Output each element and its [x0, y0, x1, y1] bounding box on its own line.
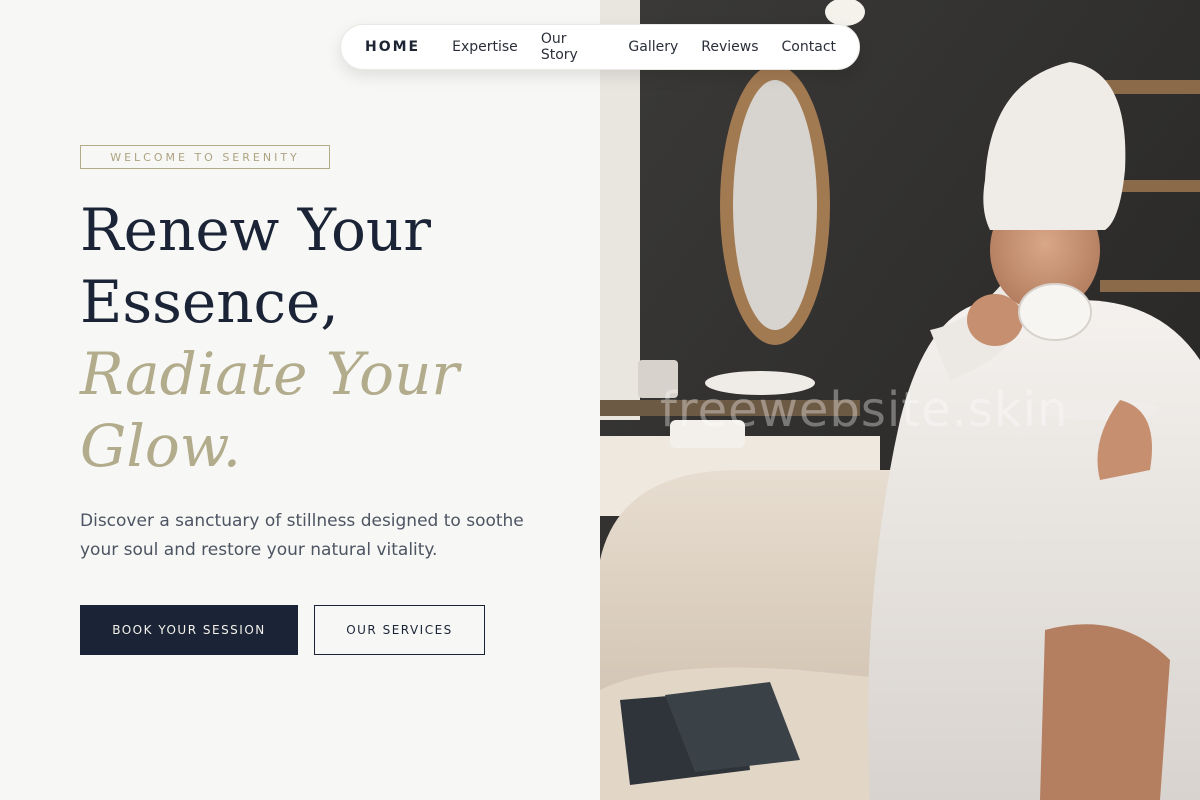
hero-headline: Renew Your Essence, Radiate Your Glow.: [80, 194, 580, 482]
headline-line-1: Renew Your: [80, 196, 432, 264]
nav-gallery[interactable]: Gallery: [628, 39, 678, 55]
main-navigation: HOME Expertise Our Story Gallery Reviews…: [340, 24, 860, 70]
our-services-button[interactable]: OUR SERVICES: [314, 605, 485, 655]
nav-our-story[interactable]: Our Story: [541, 31, 606, 63]
hero-description: Discover a sanctuary of stillness design…: [80, 511, 524, 560]
our-services-label: OUR SERVICES: [346, 623, 453, 637]
headline-accent-line-2: Glow.: [80, 412, 242, 480]
nav-expertise[interactable]: Expertise: [452, 39, 518, 55]
watermark-text: freewebsite.skin: [660, 382, 1069, 438]
welcome-tag-text: WELCOME TO SERENITY: [110, 150, 300, 164]
book-session-button[interactable]: BOOK YOUR SESSION: [80, 605, 298, 655]
nav-reviews[interactable]: Reviews: [701, 39, 758, 55]
headline-accent-line-1: Radiate Your: [80, 340, 460, 408]
headline-line-2: Essence,: [80, 268, 339, 336]
nav-home[interactable]: HOME: [365, 39, 420, 55]
welcome-tag: WELCOME TO SERENITY: [80, 145, 330, 169]
hero-left-panel: WELCOME TO SERENITY Renew Your Essence, …: [0, 0, 600, 800]
nav-contact[interactable]: Contact: [782, 39, 836, 55]
book-session-label: BOOK YOUR SESSION: [112, 623, 266, 637]
